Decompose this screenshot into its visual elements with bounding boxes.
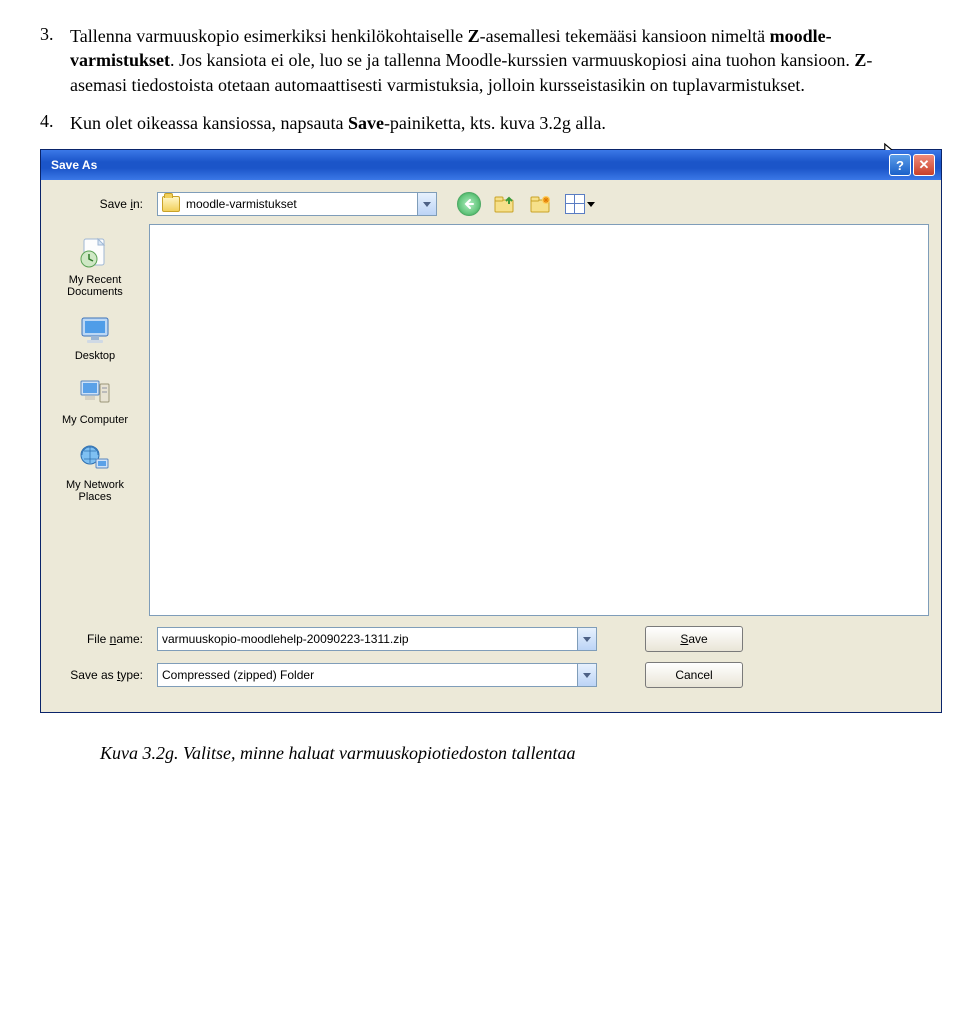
- bold-z: Z: [468, 26, 480, 46]
- save-in-label: Save in:: [53, 197, 149, 211]
- save-type-label: Save as type:: [53, 668, 149, 682]
- save-type-value: Compressed (zipped) Folder: [162, 668, 314, 682]
- filename-input[interactable]: varmuuskopio-moodlehelp-20090223-1311.zi…: [157, 627, 597, 651]
- save-as-dialog: Save As ? ✕ Save in: moodle-varmistukset: [40, 149, 942, 713]
- arrow-left-icon: [463, 198, 475, 210]
- nav-buttons: [457, 192, 595, 216]
- network-places-icon: [76, 441, 114, 475]
- text: Save: [100, 197, 131, 211]
- save-button[interactable]: Save: [645, 626, 743, 652]
- folder-up-icon: [494, 194, 516, 214]
- list-item-3: 3. Tallenna varmuuskopio esimerkiksi hen…: [40, 24, 920, 97]
- text: File: [87, 632, 110, 646]
- file-list-area[interactable]: [149, 224, 929, 616]
- text: Kun olet oikeassa kansiossa, napsauta: [70, 113, 348, 133]
- dropdown-icon[interactable]: [577, 664, 596, 686]
- help-button[interactable]: ?: [889, 154, 911, 176]
- my-computer-icon: [76, 376, 114, 410]
- chevron-down-icon: [587, 202, 595, 207]
- place-my-computer[interactable]: My Computer: [47, 370, 143, 432]
- views-icon: [565, 194, 585, 214]
- dropdown-icon[interactable]: [577, 628, 596, 650]
- up-one-level-button[interactable]: [493, 192, 517, 216]
- list-item-4: 4. Kun olet oikeassa kansiossa, napsauta…: [40, 111, 920, 135]
- close-button[interactable]: ✕: [913, 154, 935, 176]
- cancel-button[interactable]: Cancel: [645, 662, 743, 688]
- text: ame:: [116, 632, 143, 646]
- place-label: My Computer: [49, 414, 141, 426]
- place-network[interactable]: My Network Places: [47, 435, 143, 509]
- dialog-toolbar: Save in: moodle-varmistukset: [41, 180, 941, 224]
- text: n:: [133, 197, 143, 211]
- text: ave: [688, 632, 707, 646]
- recent-documents-icon: [76, 236, 114, 270]
- save-in-value: moodle-varmistukset: [186, 197, 297, 211]
- new-folder-button[interactable]: [529, 192, 553, 216]
- filename-value: varmuuskopio-moodlehelp-20090223-1311.zi…: [162, 632, 409, 646]
- folder-icon: [162, 196, 180, 212]
- desktop-icon: [76, 312, 114, 346]
- item-number: 4.: [40, 111, 70, 135]
- figure-caption: Kuva 3.2g. Valitse, minne haluat varmuus…: [40, 743, 920, 764]
- text: . Jos kansiota ei ole, luo se ja tallenn…: [170, 50, 854, 70]
- dialog-titlebar[interactable]: Save As ? ✕: [41, 150, 941, 180]
- text: Save as: [70, 668, 117, 682]
- instruction-list: 3. Tallenna varmuuskopio esimerkiksi hen…: [40, 24, 920, 135]
- bold-z2: Z: [854, 50, 866, 70]
- back-button[interactable]: [457, 192, 481, 216]
- text: Cancel: [675, 668, 712, 682]
- item-text: Kun olet oikeassa kansiossa, napsauta Sa…: [70, 111, 920, 135]
- item-text: Tallenna varmuuskopio esimerkiksi henkil…: [70, 24, 920, 97]
- text: Tallenna varmuuskopio esimerkiksi henkil…: [70, 26, 468, 46]
- place-label: My Recent Documents: [49, 274, 141, 298]
- bold-save: Save: [348, 113, 384, 133]
- views-menu-button[interactable]: [565, 194, 595, 214]
- dialog-title: Save As: [51, 158, 97, 172]
- text: -asemallesi tekemääsi kansioon nimeltä: [480, 26, 770, 46]
- dropdown-icon[interactable]: [417, 193, 436, 215]
- folder-new-icon: [530, 194, 552, 214]
- places-bar: My Recent Documents Desktop: [41, 224, 149, 616]
- item-number: 3.: [40, 24, 70, 97]
- dialog-bottom: File name: varmuuskopio-moodlehelp-20090…: [41, 616, 941, 712]
- save-type-combo[interactable]: Compressed (zipped) Folder: [157, 663, 597, 687]
- place-desktop[interactable]: Desktop: [47, 306, 143, 368]
- place-label: My Network Places: [49, 479, 141, 503]
- text: -painiketta, kts. kuva 3.2g alla.: [384, 113, 606, 133]
- place-recent[interactable]: My Recent Documents: [47, 230, 143, 304]
- filename-label: File name:: [53, 632, 149, 646]
- save-in-combo[interactable]: moodle-varmistukset: [157, 192, 437, 216]
- dialog-body: My Recent Documents Desktop: [41, 224, 941, 616]
- text: ype:: [120, 668, 143, 682]
- place-label: Desktop: [49, 350, 141, 362]
